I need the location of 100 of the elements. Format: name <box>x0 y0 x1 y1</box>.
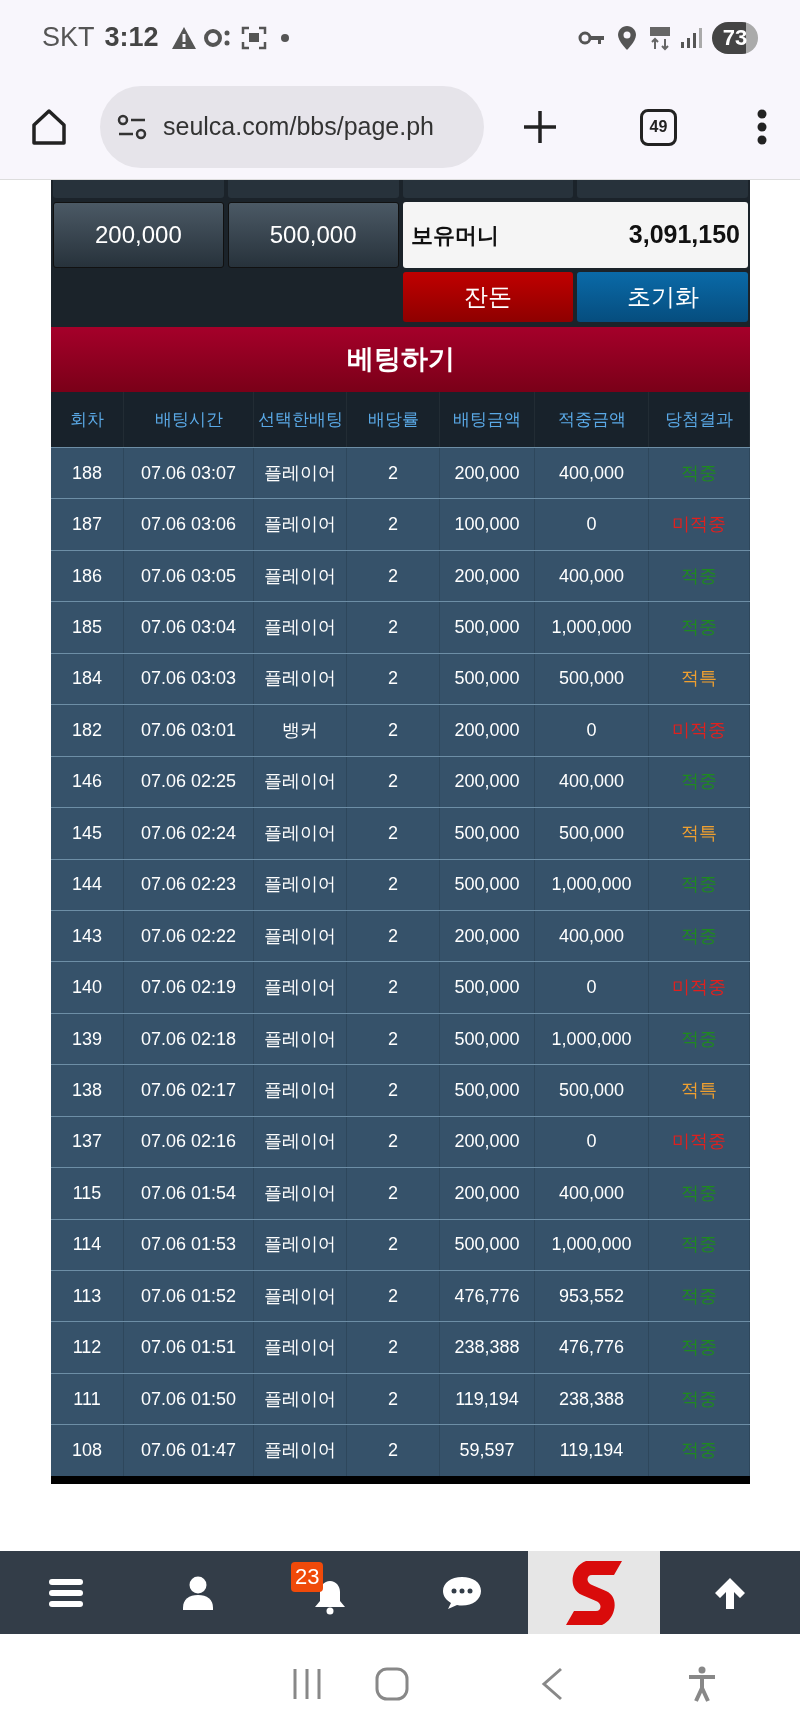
table-cell: 07.06 01:54 <box>124 1168 254 1219</box>
table-cell: 07.06 02:24 <box>124 808 254 859</box>
result-cell: 적중 <box>649 602 750 653</box>
table-cell: 200,000 <box>440 1168 535 1219</box>
table-cell: 2 <box>347 499 440 550</box>
dot-icon <box>280 33 289 42</box>
amount-button[interactable]: 500,000 <box>227 202 399 268</box>
table-cell: 476,776 <box>535 1322 649 1373</box>
home-button-icon[interactable] <box>375 1666 409 1701</box>
table-cell: 108 <box>51 1425 124 1476</box>
clock-text: 3:12 <box>104 21 159 55</box>
table-cell: 플레이어 <box>254 602 347 653</box>
table-cell: 59,597 <box>440 1425 535 1476</box>
table-cell: 100,000 <box>440 499 535 550</box>
table-cell: 플레이어 <box>254 808 347 859</box>
table-cell: 112 <box>51 1322 124 1373</box>
table-cell: 2 <box>347 1322 440 1373</box>
change-button[interactable]: 잔돈 <box>402 272 574 322</box>
table-cell: 0 <box>535 499 649 550</box>
home-icon[interactable] <box>30 108 68 146</box>
table-cell: 07.06 02:23 <box>124 859 254 910</box>
address-bar[interactable]: seulca.com/bbs/page.ph <box>100 86 484 168</box>
table-cell: 플레이어 <box>254 1322 347 1373</box>
user-icon[interactable] <box>183 1575 213 1610</box>
table-cell: 238,388 <box>440 1322 535 1373</box>
plus-icon[interactable] <box>522 109 558 145</box>
table-cell: 1,000,000 <box>535 602 649 653</box>
result-cell: 적특 <box>649 1065 750 1116</box>
table-cell: 07.06 02:19 <box>124 962 254 1013</box>
table-cell: 2 <box>347 1425 440 1476</box>
tab-count-button[interactable]: 49 <box>640 108 677 146</box>
chat-icon[interactable] <box>442 1575 482 1610</box>
table-cell: 500,000 <box>440 1065 535 1116</box>
table-cell: 플레이어 <box>254 1065 347 1116</box>
table-cell: 플레이어 <box>254 1425 347 1476</box>
result-cell: 미적중 <box>649 705 750 756</box>
table-cell: 500,000 <box>440 808 535 859</box>
table-cell: 500,000 <box>535 808 649 859</box>
table-cell: 2 <box>347 1065 440 1116</box>
result-cell: 미적중 <box>649 499 750 550</box>
table-cell: 187 <box>51 499 124 550</box>
battery-indicator: 73 <box>712 21 758 54</box>
table-cell: 115 <box>51 1168 124 1219</box>
table-cell: 2 <box>347 705 440 756</box>
table-cell: 플레이어 <box>254 1168 347 1219</box>
reset-button[interactable]: 초기화 <box>577 272 748 322</box>
key-icon <box>578 29 606 46</box>
table-cell: 뱅커 <box>254 705 347 756</box>
table-cell: 07.06 01:47 <box>124 1425 254 1476</box>
result-cell: 미적중 <box>649 962 750 1013</box>
table-cell: 1,000,000 <box>535 859 649 910</box>
recent-apps-icon[interactable] <box>292 1667 322 1700</box>
table-cell: 07.06 03:06 <box>124 499 254 550</box>
table-cell: 140 <box>51 962 124 1013</box>
url-text: seulca.com/bbs/page.ph <box>163 111 434 143</box>
table-cell: 07.06 01:51 <box>124 1322 254 1373</box>
result-cell: 적중 <box>649 1168 750 1219</box>
table-cell: 0 <box>535 962 649 1013</box>
table-cell: 119,194 <box>535 1425 649 1476</box>
notification-badge: 23 <box>291 1562 324 1592</box>
back-icon[interactable] <box>541 1666 563 1701</box>
table-cell: 182 <box>51 705 124 756</box>
table-cell: 2 <box>347 602 440 653</box>
table-cell: 2 <box>347 859 440 910</box>
table-cell: 400,000 <box>535 1168 649 1219</box>
result-cell: 적중 <box>649 1425 750 1476</box>
table-cell: 138 <box>51 1065 124 1116</box>
table-cell: 07.06 03:04 <box>124 602 254 653</box>
amount-button[interactable]: 200,000 <box>53 202 224 268</box>
result-cell: 적중 <box>649 1322 750 1373</box>
balance-display: 보유머니 3,091,150 <box>402 202 748 268</box>
table-cell: 플레이어 <box>254 859 347 910</box>
result-cell: 적중 <box>649 859 750 910</box>
table-cell: 145 <box>51 808 124 859</box>
scroll-up-icon[interactable] <box>713 1575 747 1610</box>
table-cell: 2 <box>347 1168 440 1219</box>
table-cell: 200,000 <box>440 705 535 756</box>
table-cell: 500,000 <box>440 859 535 910</box>
accessibility-icon[interactable] <box>687 1665 717 1702</box>
bet-button[interactable]: 베팅하기 <box>51 327 750 392</box>
table-cell: 0 <box>535 705 649 756</box>
carrier-text: SKT <box>42 21 95 55</box>
more-icon[interactable] <box>757 109 767 145</box>
table-cell: 144 <box>51 859 124 910</box>
warning-icon <box>170 25 197 50</box>
menu-icon[interactable] <box>49 1577 83 1608</box>
table-cell: 플레이어 <box>254 499 347 550</box>
table-cell: 500,000 <box>440 602 535 653</box>
location-icon <box>618 25 636 50</box>
screenshot-icon <box>240 25 267 50</box>
table-cell: 07.06 03:01 <box>124 705 254 756</box>
table-cell: 500,000 <box>535 1065 649 1116</box>
table-cell: 2 <box>347 962 440 1013</box>
signal-icon <box>680 26 702 49</box>
table-cell: 2 <box>347 808 440 859</box>
result-cell: 적특 <box>649 808 750 859</box>
site-settings-icon[interactable] <box>117 114 147 140</box>
table-cell: 500,000 <box>440 962 535 1013</box>
table-cell: 07.06 02:17 <box>124 1065 254 1116</box>
table-cell: 185 <box>51 602 124 653</box>
